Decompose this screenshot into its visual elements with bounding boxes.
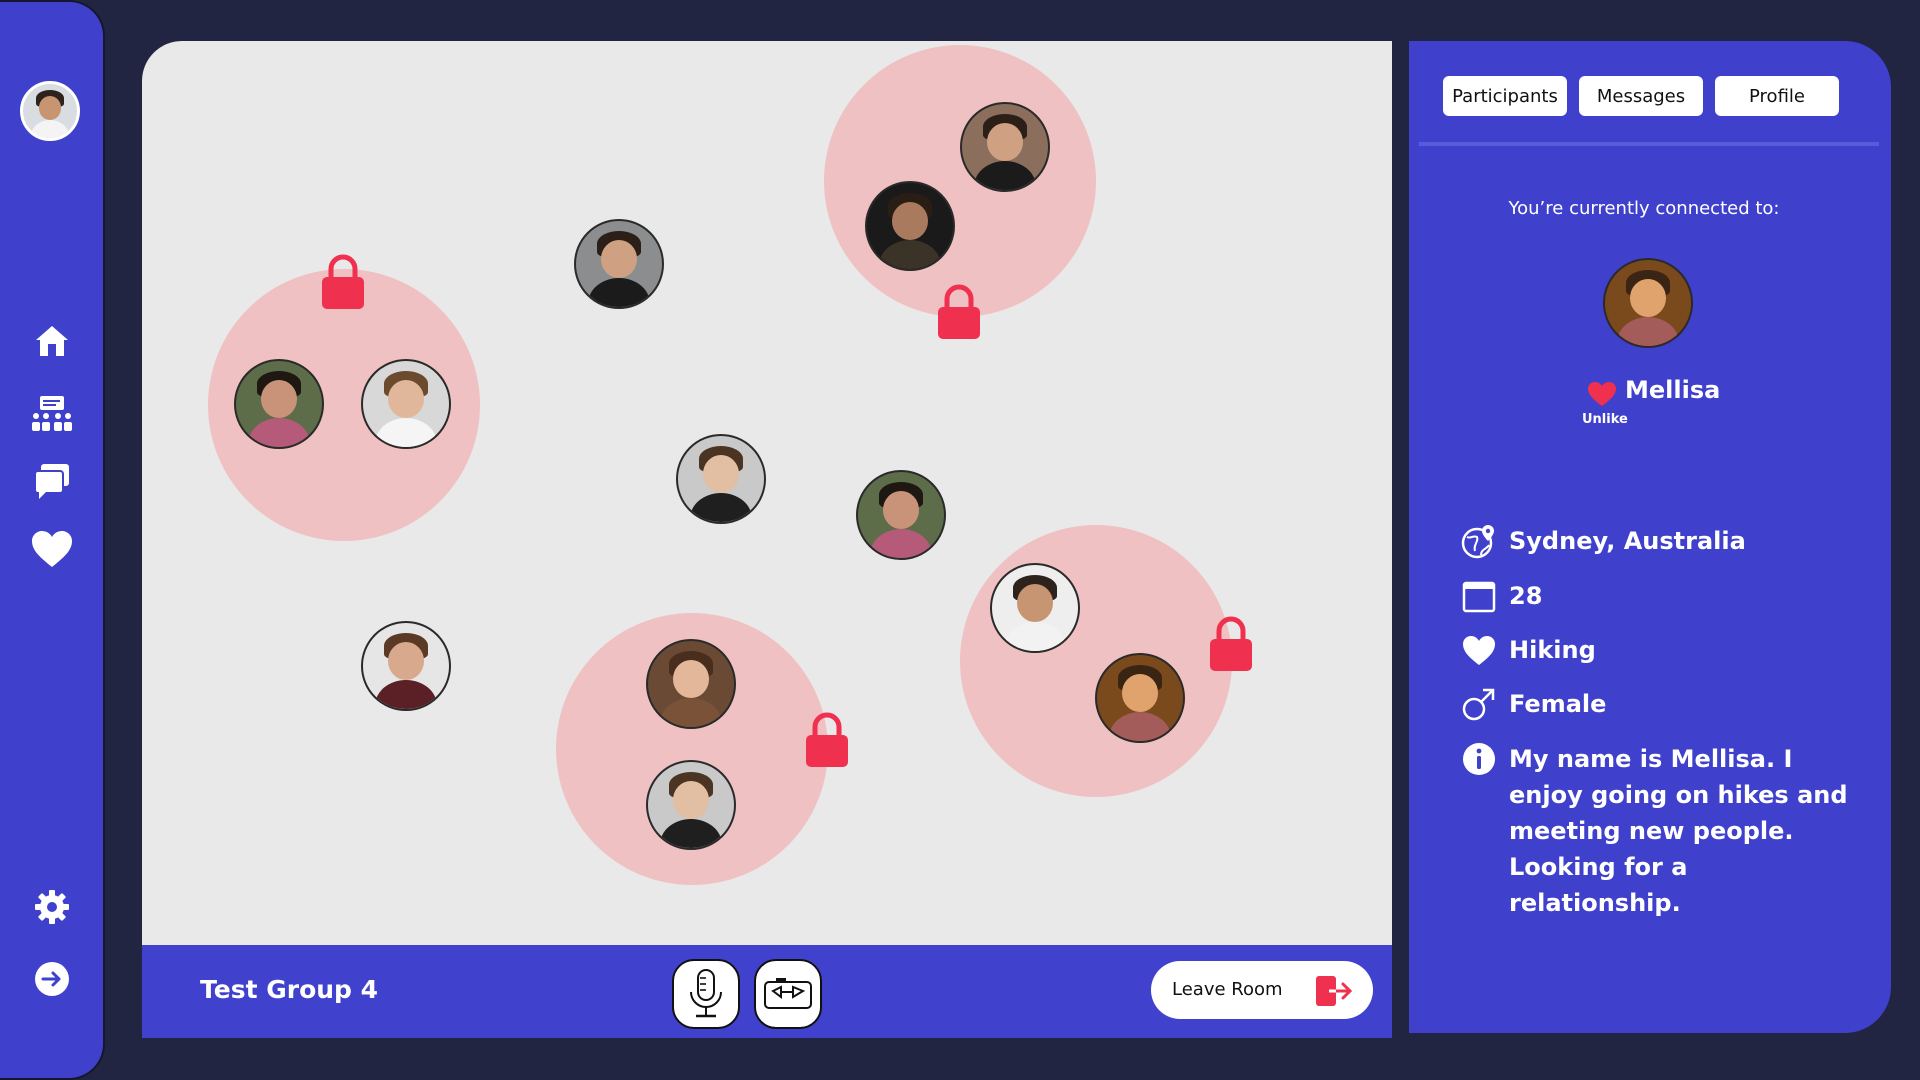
- participant-avatar[interactable]: [361, 359, 451, 449]
- lock-icon[interactable]: [320, 253, 366, 311]
- info-icon: [1463, 743, 1495, 775]
- globe-pin-icon: [1461, 525, 1494, 559]
- participant-avatar[interactable]: [574, 219, 664, 309]
- room-controls-bar: Test Group 4 Leave Room: [142, 945, 1392, 1038]
- exit-icon: [1316, 976, 1353, 1006]
- profile-name: Mellisa: [1625, 376, 1721, 404]
- age-text: 28: [1509, 582, 1543, 610]
- participant-avatar[interactable]: [856, 470, 946, 560]
- participant-avatar[interactable]: [676, 434, 766, 524]
- gender-text: Female: [1509, 690, 1607, 718]
- location-text: Sydney, Australia: [1509, 527, 1746, 555]
- lock-icon[interactable]: [1208, 615, 1254, 673]
- participant-avatar[interactable]: [646, 760, 736, 850]
- chat-icon[interactable]: [30, 459, 74, 503]
- microphone-button[interactable]: [672, 959, 740, 1029]
- home-icon[interactable]: [30, 319, 74, 363]
- participant-avatar[interactable]: [960, 102, 1050, 192]
- group-bubble[interactable]: [960, 525, 1232, 797]
- room-name: Test Group 4: [200, 975, 379, 1004]
- tab-divider: [1419, 142, 1879, 146]
- user-avatar[interactable]: [20, 81, 80, 141]
- participant-avatar[interactable]: [1095, 653, 1185, 743]
- profile-avatar: [1603, 258, 1693, 348]
- logout-icon[interactable]: [30, 957, 74, 1001]
- interest-text: Hiking: [1509, 636, 1596, 664]
- participant-avatar[interactable]: [646, 639, 736, 729]
- camera-button[interactable]: [754, 959, 822, 1029]
- calendar-icon: [1462, 581, 1496, 613]
- gear-icon[interactable]: [30, 885, 74, 929]
- bio-text: My name is Mellisa. I enjoy going on hik…: [1509, 745, 1848, 917]
- gender-icon: [1462, 688, 1495, 721]
- tab-participants[interactable]: Participants: [1443, 76, 1567, 116]
- heart-icon[interactable]: [1587, 381, 1617, 407]
- location-row: Sydney, Australia: [1461, 523, 1746, 559]
- bio-row: My name is Mellisa. I enjoy going on hik…: [1461, 741, 1855, 921]
- tab-profile[interactable]: Profile: [1715, 76, 1839, 116]
- camera-icon: [764, 978, 812, 1009]
- unlike-button[interactable]: Unlike: [1582, 412, 1628, 427]
- sidebar: [0, 0, 105, 1080]
- right-panel: Participants Messages Profile You’re cur…: [1409, 41, 1891, 1033]
- heart-icon: [1463, 636, 1495, 665]
- participant-avatar[interactable]: [361, 621, 451, 711]
- tab-messages[interactable]: Messages: [1579, 76, 1703, 116]
- lock-icon[interactable]: [804, 711, 850, 769]
- room-stage[interactable]: [142, 41, 1392, 945]
- participant-avatar[interactable]: [234, 359, 324, 449]
- participant-avatar[interactable]: [865, 181, 955, 271]
- microphone-icon: [690, 969, 722, 1018]
- leave-room-button[interactable]: Leave Room: [1151, 961, 1373, 1019]
- connected-label: You’re currently connected to:: [1508, 198, 1780, 219]
- age-row: 28: [1461, 578, 1542, 614]
- gender-row: Female: [1461, 686, 1606, 722]
- lock-icon[interactable]: [936, 283, 982, 341]
- interest-row: Hiking: [1461, 632, 1596, 668]
- leave-room-label: Leave Room: [1172, 979, 1283, 1000]
- group-bubble[interactable]: [824, 45, 1096, 317]
- heart-icon[interactable]: [30, 527, 74, 571]
- participant-avatar[interactable]: [990, 563, 1080, 653]
- rooms-icon[interactable]: [30, 392, 74, 436]
